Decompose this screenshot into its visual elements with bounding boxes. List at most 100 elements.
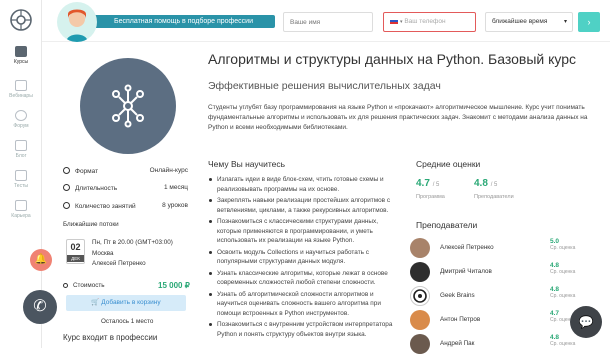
name-input[interactable] xyxy=(283,12,373,32)
list-item: Познакомиться с классическими структурам… xyxy=(208,217,393,246)
call-button[interactable]: ✆ xyxy=(23,290,57,324)
sidebar-item-label: Курсы xyxy=(13,59,29,65)
phone-icon: ✆ xyxy=(33,298,47,315)
sidebar-item-webinars[interactable]: Вебинары xyxy=(0,80,42,108)
teacher-name[interactable]: Дмитрий Читалов xyxy=(440,268,492,275)
teacher-score-value: 4.8 xyxy=(550,334,560,341)
price-icon xyxy=(63,283,68,288)
duration-row: Длительность 1 месяц xyxy=(63,184,188,192)
teacher-name[interactable]: Андрей Пак xyxy=(440,340,474,347)
list-item: Освоить модуль Collections и научиться р… xyxy=(208,248,393,267)
tests-icon xyxy=(15,170,27,181)
teacher-name[interactable]: Geek Brains xyxy=(440,292,475,299)
chevron-right-icon: › xyxy=(587,17,591,27)
format-value: Онлайн-курс xyxy=(149,167,188,174)
program-rating-label: Программа xyxy=(416,194,445,200)
video-icon xyxy=(15,80,27,91)
program-rating-value: 4.7 xyxy=(416,178,430,189)
bell-icon: 🔔 xyxy=(34,254,48,265)
sidebar-item-courses[interactable]: Курсы xyxy=(0,46,42,74)
sidebar-item-blog[interactable]: Блог xyxy=(0,140,42,168)
sidebar-item-label: Карьера xyxy=(11,213,31,219)
lessons-label: Количество занятий xyxy=(63,202,136,210)
teacher-score-label: Ср. оценка xyxy=(550,269,576,275)
stream-city: Москва xyxy=(92,250,114,257)
lessons-row: Количество занятий 8 уроков xyxy=(63,202,188,210)
time-select[interactable]: ближайшее время ▾ xyxy=(485,12,573,32)
teacher-score-label: Ср. оценка xyxy=(550,245,576,251)
chat-button[interactable]: 💬 xyxy=(570,306,602,338)
cart-icon: 🛒 xyxy=(91,299,100,306)
sidebar-item-tests[interactable]: Тесты xyxy=(0,170,42,198)
promo-banner[interactable]: Бесплатная помощь в подборе профессии xyxy=(90,15,275,28)
price-label-text: Стоимость xyxy=(73,282,105,289)
add-to-cart-button[interactable]: 🛒 Добавить в корзину xyxy=(66,295,186,311)
list-item: Узнать об алгоритмической сложности алго… xyxy=(208,290,393,319)
program-rating-max: / 5 xyxy=(432,182,440,188)
learn-title: Чему Вы научитесь xyxy=(208,159,286,169)
seats-left: Осталось 1 место xyxy=(101,318,154,325)
lessons-value: 8 уроков xyxy=(162,202,188,209)
sidebar-item-label: Блог xyxy=(15,153,27,159)
cart-button-label: Добавить в корзину xyxy=(101,299,161,306)
teachers-title: Преподаватели xyxy=(416,220,478,230)
duration-label: Длительность xyxy=(63,184,117,192)
list-item: Закреплять навыки реализации простейших … xyxy=(208,196,393,215)
sidebar-item-label: Тесты xyxy=(14,183,28,189)
teacher-card[interactable]: Geek Brains 4.8 Ср. оценка xyxy=(410,286,590,306)
book-icon xyxy=(15,46,27,57)
stream-date: 02 ДЕК xyxy=(66,239,85,264)
sidebar-item-label: Вебинары xyxy=(9,93,33,99)
course-description: Студенты углубят базу программирования н… xyxy=(208,104,588,131)
teachers-rating-value: 4.8 xyxy=(474,178,488,189)
teacher-score-value: 4.8 xyxy=(550,262,560,269)
teacher-score: 4.8 Ср. оценка xyxy=(550,262,575,275)
sidebar-item-career[interactable]: Карьера xyxy=(0,200,42,228)
promo-text: Бесплатная помощь в подборе профессии xyxy=(114,18,254,25)
teacher-score-label: Ср. оценка xyxy=(550,341,576,347)
teacher-score: 4.8 Ср. оценка xyxy=(550,334,575,347)
teachers-rating-label: Преподаватели xyxy=(474,194,514,200)
format-row: Формат Онлайн-курс xyxy=(63,167,188,175)
teacher-card[interactable]: Антон Петров 4.7 Ср. оценка xyxy=(410,310,590,330)
teacher-card[interactable]: Дмитрий Читалов 4.8 Ср. оценка xyxy=(410,262,590,282)
teachers-rating: 4.8 / 5 xyxy=(474,178,497,189)
date-day: 02 xyxy=(70,242,81,252)
time-select-value: ближайшее время xyxy=(492,18,548,25)
chat-icon: 💬 xyxy=(578,315,594,329)
stream-teacher[interactable]: Алексей Петренко xyxy=(92,260,146,267)
phone-input[interactable]: ▾ Ваш телефон xyxy=(383,12,476,32)
blog-icon xyxy=(15,140,27,151)
russia-flag-icon xyxy=(390,18,398,25)
sidebar-item-forum[interactable]: Форум xyxy=(0,110,42,138)
teacher-score-label: Ср. оценка xyxy=(550,293,576,299)
avatar xyxy=(410,286,430,306)
submit-button[interactable]: › xyxy=(578,12,600,32)
logo-icon[interactable] xyxy=(9,8,33,32)
teacher-name[interactable]: Алексей Петренко xyxy=(440,244,494,251)
list-item: Излагать идеи в виде блок-схем, чтить го… xyxy=(208,175,393,194)
teacher-score-value: 5.0 xyxy=(550,238,560,245)
avatar xyxy=(410,334,430,354)
notification-bell-button[interactable]: 🔔 xyxy=(30,249,52,271)
avatar xyxy=(410,238,430,258)
page-subtitle: Эффективные решения вычислительных задач xyxy=(208,80,441,92)
teacher-score-value: 4.7 xyxy=(550,310,560,317)
streams-title: Ближайшие потоки xyxy=(63,221,119,228)
teacher-score: 4.8 Ср. оценка xyxy=(550,286,575,299)
course-cover-icon xyxy=(80,58,176,154)
geekbrains-logo-icon xyxy=(413,289,427,303)
sidebar-item-label: Форум xyxy=(13,123,29,129)
career-icon xyxy=(15,200,27,211)
avatar xyxy=(410,262,430,282)
header: Бесплатная помощь в подборе профессии ▾ … xyxy=(42,0,610,42)
page-title: Алгоритмы и структуры данных на Python. … xyxy=(208,51,576,67)
chevron-down-icon: ▾ xyxy=(563,19,567,25)
teacher-name[interactable]: Антон Петров xyxy=(440,316,480,323)
consultant-avatar xyxy=(57,2,97,42)
chevron-down-icon: ▾ xyxy=(400,19,403,25)
ratings-title: Средние оценки xyxy=(416,159,481,169)
teacher-card[interactable]: Алексей Петренко 5.0 Ср. оценка xyxy=(410,238,590,258)
teacher-card[interactable]: Андрей Пак 4.8 Ср. оценка xyxy=(410,334,590,354)
price-value: 15 000 ₽ xyxy=(158,281,190,290)
